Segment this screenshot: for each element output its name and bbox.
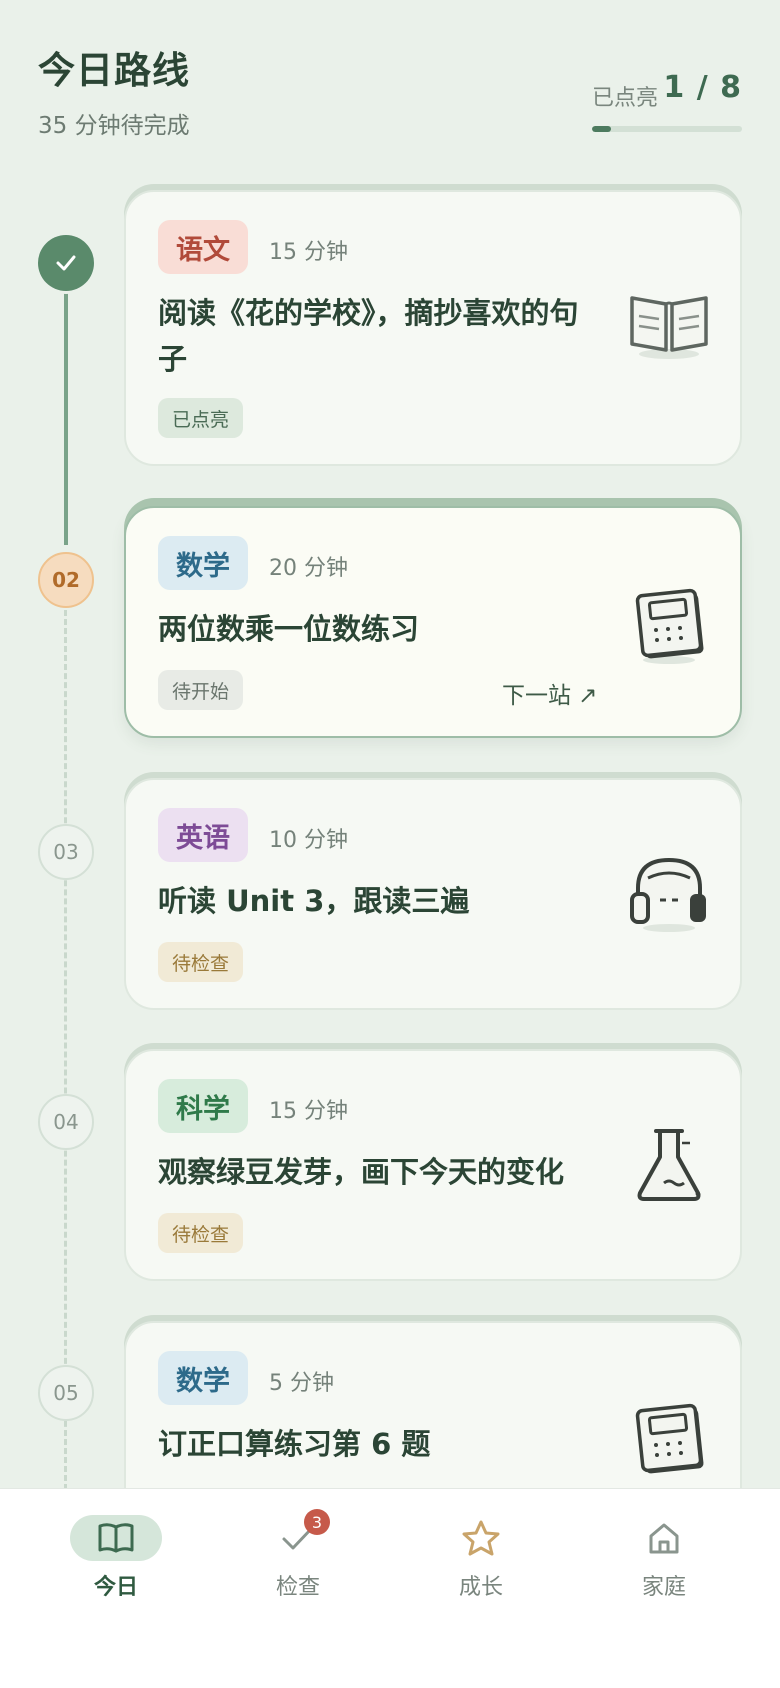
- nav-item-today[interactable]: 今日: [56, 1515, 176, 1601]
- subject-tag: 英语: [158, 808, 248, 862]
- nav-label: 检查: [275, 1575, 320, 1600]
- progress-value: 1 / 8: [663, 70, 742, 105]
- timeline-line-completed: [64, 290, 68, 545]
- timeline-node: 04: [38, 1094, 94, 1150]
- star-icon: [462, 1520, 500, 1556]
- timeline-node-current: 02: [38, 552, 94, 608]
- calculator-icon: [635, 588, 704, 664]
- check-icon: [56, 255, 76, 271]
- status-badge: 待检查: [158, 1213, 244, 1253]
- next-stop-link[interactable]: 下一站 ↗: [502, 676, 598, 710]
- status-badge: 待检查: [158, 942, 244, 982]
- nav-label: 成长: [458, 1575, 503, 1600]
- task-title: 听读 Unit 3，跟读三遍: [158, 884, 470, 918]
- subject-tag: 数学: [158, 536, 248, 590]
- book-open-icon: [98, 1523, 134, 1553]
- task-card-science[interactable]: 科学 15 分钟 观察绿豆发芽，画下今天的变化 待检查: [124, 1049, 742, 1281]
- notification-badge: 3: [304, 1509, 330, 1535]
- flask-icon: [637, 1129, 701, 1201]
- subject-tag: 语文: [158, 220, 248, 274]
- task-title: 订正口算练习第 6 题: [158, 1427, 431, 1461]
- status-badge: 待开始: [158, 670, 244, 710]
- progress-bar: [592, 126, 742, 132]
- subject-tag: 科学: [158, 1079, 248, 1133]
- task-duration: 5 分钟: [269, 1371, 334, 1396]
- task-card-english[interactable]: 英语 10 分钟 听读 Unit 3，跟读三遍 待检查: [124, 778, 742, 1010]
- nav-item-family[interactable]: 家庭: [604, 1515, 724, 1601]
- task-title: 阅读《花的学校》，摘抄喜欢的句子: [158, 296, 579, 376]
- headphones-icon: [630, 857, 706, 932]
- task-duration: 15 分钟: [269, 1099, 348, 1124]
- subject-tag: 数学: [158, 1351, 248, 1405]
- timeline-node-done: [38, 235, 94, 291]
- task-duration: 15 分钟: [269, 240, 348, 265]
- calculator-icon: [635, 1403, 704, 1474]
- progress-bar-fill: [592, 126, 611, 132]
- task-duration: 20 分钟: [269, 556, 348, 581]
- nav-item-growth[interactable]: 成长: [421, 1515, 541, 1601]
- page-header: 今日路线 35 分钟待完成 已点亮 1 / 8: [38, 40, 742, 140]
- task-title: 两位数乘一位数练习: [158, 612, 420, 646]
- timeline-node: 03: [38, 824, 94, 880]
- book-icon: [630, 296, 708, 359]
- progress-label: 已点亮: [592, 86, 659, 111]
- nav-label: 家庭: [641, 1575, 686, 1600]
- status-badge: 已点亮: [158, 398, 244, 438]
- task-card-chinese[interactable]: 语文 15 分钟 阅读《花的学校》，摘抄喜欢的句子 已点亮: [124, 190, 742, 466]
- task-card-math[interactable]: 数学 20 分钟 两位数乘一位数练习 待开始 下一站 ↗: [124, 506, 742, 738]
- task-duration: 10 分钟: [269, 828, 348, 853]
- timeline-node: 05: [38, 1365, 94, 1421]
- bottom-nav: 今日 3 检查 成长 家庭: [0, 1488, 780, 1688]
- nav-item-check[interactable]: 3 检查: [238, 1509, 358, 1601]
- timeline-line-remaining: [64, 610, 67, 1490]
- task-title: 观察绿豆发芽，画下今天的变化: [158, 1155, 565, 1189]
- nav-label: 今日: [93, 1575, 138, 1600]
- route-timeline: 02 03 04 05: [0, 0, 130, 1490]
- home-icon: [649, 1523, 679, 1554]
